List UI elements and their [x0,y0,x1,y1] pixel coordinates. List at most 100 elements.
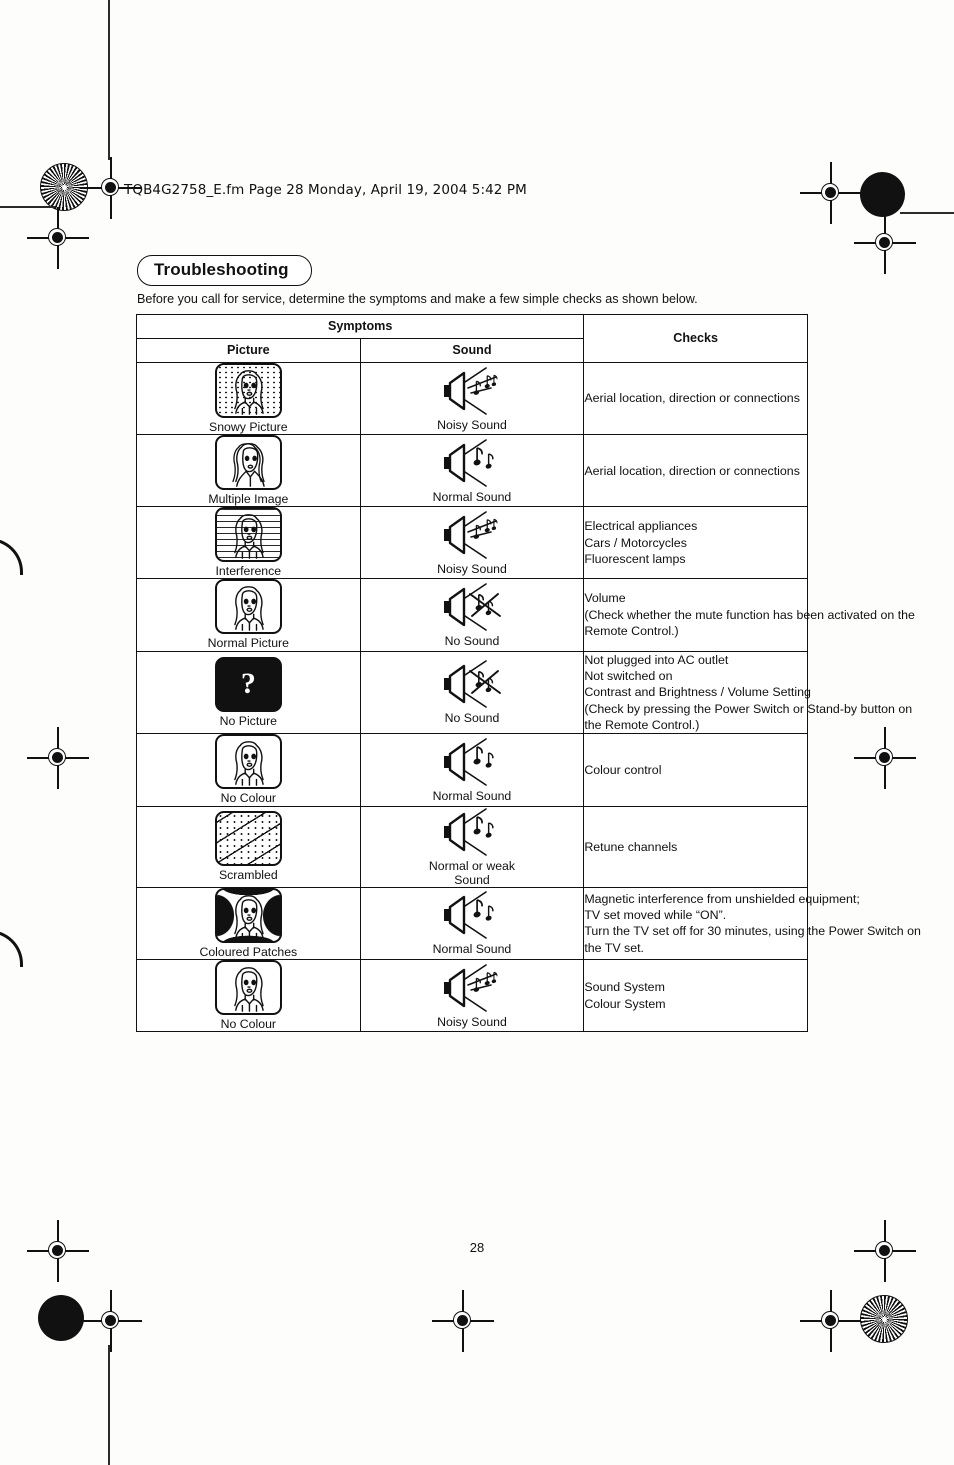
check-line: Cars / Motorcycles [584,535,687,550]
checks-cell: Aerial location, direction or connection… [583,361,808,436]
sound-label: Normal Sound [432,489,512,504]
check-line: Contrast and Brightness / Volume Setting [584,685,811,700]
tv-snowy-picture-icon [214,363,282,418]
picture-label: No Colour [220,791,277,806]
picture-label: No Colour [220,1017,277,1031]
symptom-picture-cell: Multiple Image [136,434,361,508]
table-row: No Colour Normal Sound Colour control [136,733,808,807]
tv-no-colour-icon [214,734,282,790]
sound-label: Normal or weak Sound [428,858,516,887]
symptom-sound-cell: Normal or weak Sound [359,805,585,888]
tv-normal-picture-icon [214,579,282,635]
symptom-sound-cell: No Sound [359,650,585,735]
tv-multiple-image-icon [214,435,282,491]
symptom-picture-cell: Normal Picture [136,578,361,652]
trim-line-bottom [108,1345,110,1465]
tv-coloured-patches-icon [214,887,282,943]
sound-label: Normal Sound [432,788,512,803]
tv-no-picture-icon: ? [214,656,282,712]
checks-cell: Not plugged into AC outlet Not switched o… [583,650,913,735]
check-line: Not plugged into AC outlet [584,652,729,667]
sound-label: No Sound [444,711,500,726]
fm-header-stamp: TQB4G2758_E.fm Page 28 Monday, April 19,… [124,182,527,198]
trim-line-right-top [900,212,954,214]
page-title: Troubleshooting [137,255,312,286]
check-line: the Remote Control.) [584,718,700,733]
registration-crosshair-left-middle [27,727,89,789]
checks-cell: Sound System Colour System [583,958,808,1033]
picture-label: Multiple Image [208,492,289,507]
check-line: Turn the TV set off for 30 minutes, usin… [584,924,921,939]
registration-dot-topright [860,172,905,217]
check-line: Fluorescent lamps [584,552,686,567]
picture-label: Coloured Patches [199,944,298,959]
picture-label: No Picture [219,713,278,728]
checks-cell: Electrical appliances Cars / Motorcycles F… [583,506,808,580]
check-line: Volume [584,591,626,606]
symptom-sound-cell: Noisy Sound [359,958,585,1033]
table-row: Coloured Patches Normal Sound Magnetic int… [136,886,921,961]
header-picture: Picture [136,338,361,363]
table-row: Multiple Image Normal Sound Aerial locatio… [136,434,808,508]
symptom-sound-cell: Noisy Sound [359,361,585,436]
checks-cell: Colour control [583,733,808,807]
registration-dot-bottomleft [38,1295,84,1341]
sound-label: Noisy Sound [437,1014,507,1029]
page-number: 28 [469,1240,485,1255]
symptom-sound-cell: Noisy Sound [359,506,585,580]
sound-label: Normal Sound [432,942,512,957]
tv-no-colour-icon [214,960,282,1015]
table-body: Snowy Picture Noisy Sound Aerial location,… [136,361,921,1033]
table-row: ? No Picture No Sound Not plugged into AC o… [136,650,913,735]
picture-label: Interference [215,564,282,579]
checks-cell: Retune channels [583,805,808,888]
check-line: Remote Control.) [584,624,679,639]
check-line: (Check whether the mute function has bee… [584,607,915,622]
symptom-sound-cell: Normal Sound [359,733,585,807]
check-line: (Check by pressing the Power Switch or S… [584,701,913,716]
table-row: No Colour Noisy Sound Sound System Colour S… [136,958,808,1033]
registration-star-target-bottomright [860,1295,908,1343]
tv-scrambled-icon [214,811,282,867]
symptom-picture-cell: Coloured Patches [136,886,361,961]
registration-crosshair-bottom-center [432,1290,494,1352]
table-header-row-top: Symptoms Checks [135,314,808,363]
table-row: Interference Noisy Sound Electrical applia… [136,506,808,580]
registration-crosshair-right-middle [854,727,916,789]
check-line: Aerial location, direction or connection… [584,391,800,406]
checks-cell: Aerial location, direction or connection… [583,434,808,508]
symptom-sound-cell: Normal Sound [359,434,585,508]
sound-label: No Sound [444,633,500,648]
page-corner-arc-lower [0,930,23,967]
header-checks: Checks [583,314,808,363]
symptom-picture-cell: Interference [136,506,361,580]
check-line: Colour control [584,762,662,777]
symptom-sound-cell: No Sound [359,578,585,652]
registration-crosshair-bottom-right-lower [800,1290,862,1352]
tv-interference-icon [214,507,282,563]
symptom-sound-cell: Normal Sound [359,886,585,961]
symptom-picture-cell: ? No Picture [136,650,361,735]
checks-cell: Magnetic interference from unshielded eq… [583,886,921,961]
header-symptoms: Symptoms [135,314,585,339]
check-line: Retune channels [584,839,678,854]
checks-cell: Volume (Check whether the mute function h… [583,578,915,652]
table-row: Normal Picture No Sound Volume (Check wheth… [136,578,915,652]
picture-label: Scrambled [218,868,278,883]
check-line: Sound System [584,980,665,995]
sound-label: Noisy Sound [437,417,507,432]
check-line: Colour System [584,996,666,1011]
picture-label: Normal Picture [207,636,289,651]
symptom-picture-cell: Snowy Picture [136,361,361,436]
registration-crosshair-topright [800,162,862,224]
check-line: Aerial location, direction or connection… [584,463,800,478]
check-line: Electrical appliances [584,519,698,534]
header-sound: Sound [359,338,585,363]
sound-label: Noisy Sound [437,561,507,576]
scanned-page: TQB4G2758_E.fm Page 28 Monday, April 19,… [0,0,954,1465]
check-line: TV set moved while “ON”. [584,908,727,923]
check-line: Not switched on [584,668,673,683]
check-line: the TV set. [584,940,645,955]
table-row: Snowy Picture Noisy Sound Aerial location,… [136,361,808,436]
table-row: Scrambled Normal or weak Sound Retune chann… [136,805,808,888]
